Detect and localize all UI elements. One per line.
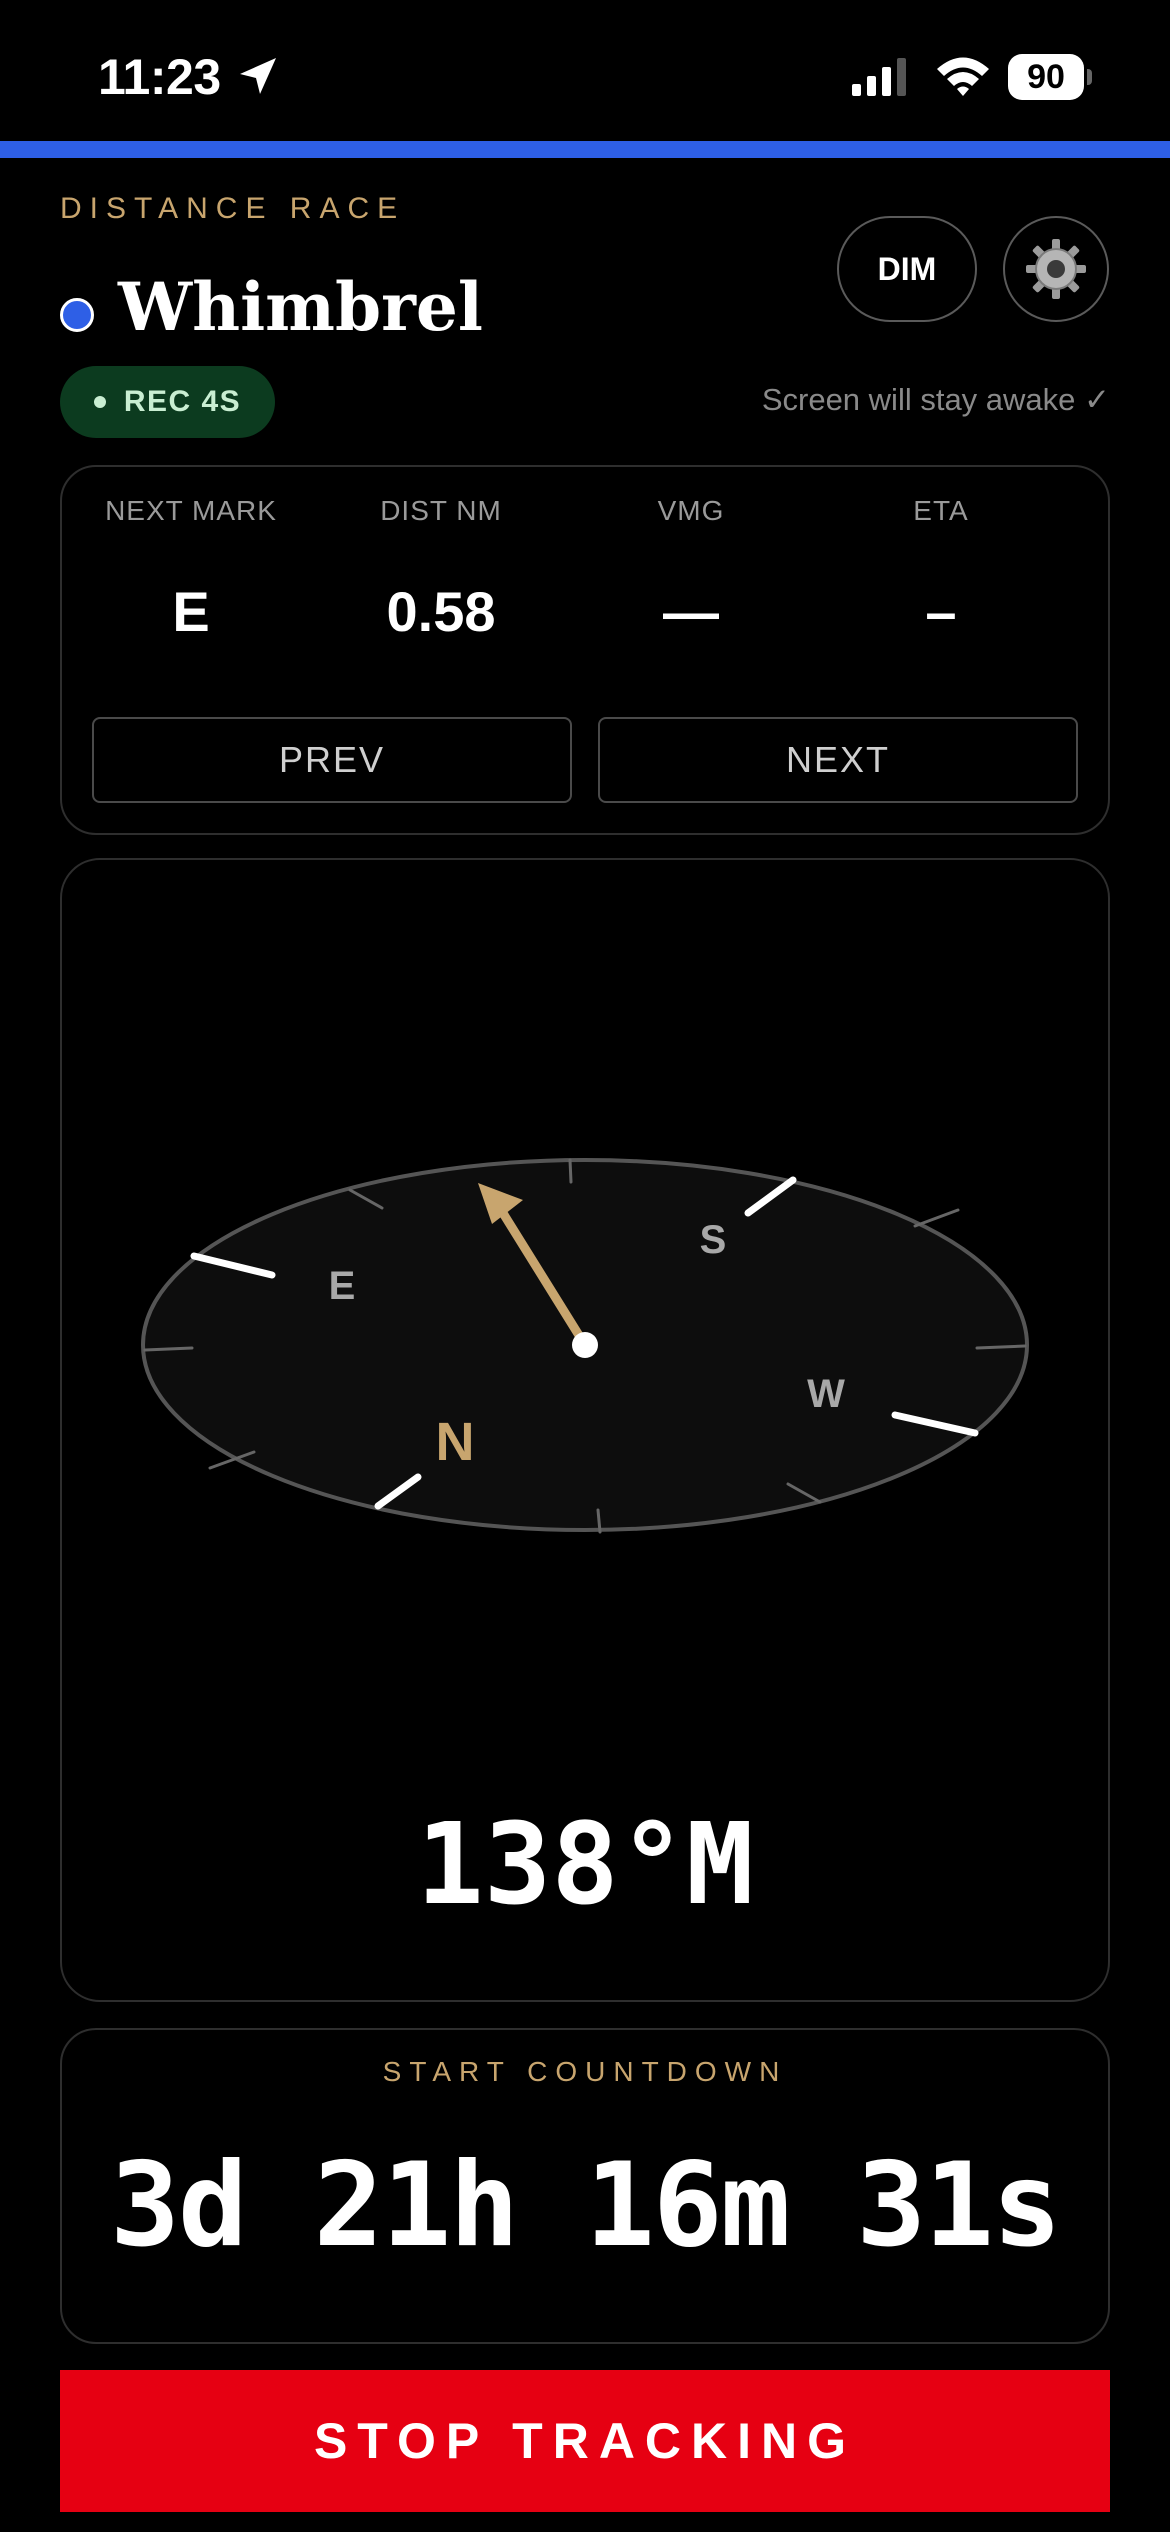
boat-color-dot [60, 298, 94, 332]
heading-readout: 138°M [416, 1800, 754, 1930]
battery-level: 90 [1008, 54, 1084, 100]
stop-tracking-button[interactable]: STOP TRACKING [60, 2370, 1110, 2512]
battery-nub [1087, 69, 1092, 85]
compass-center [572, 1332, 598, 1358]
cardinal-e: E [329, 1264, 356, 1308]
stat-label-vmg: VMG [657, 495, 725, 526]
dim-button[interactable]: DIM [837, 216, 977, 322]
gear-icon [1026, 239, 1086, 299]
stat-label-eta: ETA [913, 495, 969, 526]
countdown-value: 3d 21h 16m 31s [110, 2138, 1062, 2273]
cellular-signal-icon [852, 58, 906, 96]
next-mark-button[interactable]: NEXT [598, 717, 1078, 803]
stat-value-next-mark: E [172, 580, 210, 643]
stat-value-distance: 0.58 [386, 580, 496, 643]
recording-dot-icon [93, 396, 106, 408]
progress-bar [0, 141, 1170, 158]
start-countdown-card: START COUNTDOWN 3d 21h 16m 31s [60, 2028, 1110, 2344]
wifi-icon [937, 57, 989, 96]
stat-value-vmg: — [663, 580, 719, 643]
recording-label: REC 4S [123, 385, 242, 418]
countdown-label: START COUNTDOWN [382, 2056, 788, 2087]
race-type-label: DISTANCE RACE [60, 192, 406, 225]
prev-mark-button[interactable]: PREV [92, 717, 572, 803]
battery-indicator: 90 [1008, 54, 1092, 100]
cardinal-s: S [700, 1218, 727, 1262]
boat-name: Whimbrel [118, 268, 483, 346]
stat-value-eta: – [925, 580, 957, 643]
screen-awake-notice: Screen will stay awake ✓ [761, 382, 1110, 417]
status-time: 11:23 [98, 49, 221, 105]
cardinal-w: W [807, 1372, 845, 1416]
cardinal-n: N [436, 1412, 475, 1472]
recording-status-pill: REC 4S [60, 366, 275, 438]
next-mark-card: NEXT MARK E DIST NM 0.58 VMG — ETA – PRE… [60, 465, 1110, 835]
location-arrow-icon [240, 58, 276, 94]
settings-button[interactable] [1003, 216, 1109, 322]
stat-label-distance: DIST NM [380, 495, 502, 526]
compass-dial: N E S W [141, 1158, 1029, 1534]
stat-label-next-mark: NEXT MARK [105, 495, 277, 526]
